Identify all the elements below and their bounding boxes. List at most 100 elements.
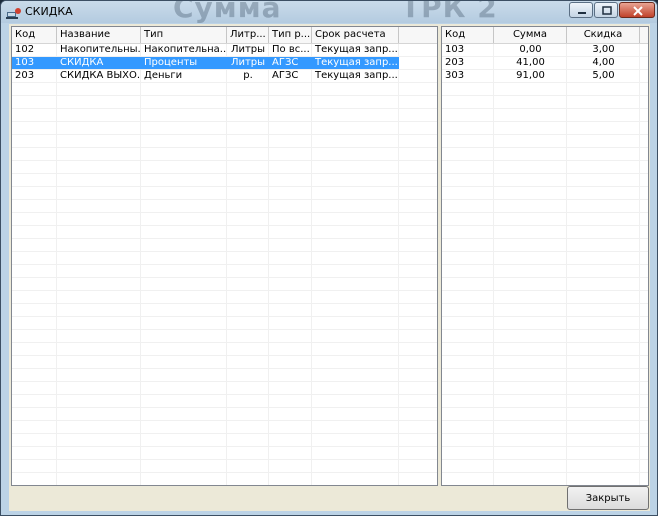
row-gridline — [12, 277, 437, 278]
column-header-type[interactable]: Тип — [141, 27, 227, 43]
row-gridline — [442, 160, 648, 161]
cell-sum: 41,00 — [516, 57, 545, 68]
row-gridline — [442, 329, 648, 330]
row-gridline — [442, 251, 648, 252]
cell-name: СКИДКА ВЫХО... — [60, 70, 141, 81]
column-header-discount[interactable]: Скидка — [567, 27, 640, 43]
row-gridline — [12, 264, 437, 265]
cell-code: 203 — [445, 57, 465, 68]
row-gridline — [442, 407, 648, 408]
table-row[interactable]: 203 СКИДКА ВЫХО... Деньги р. АГЗС Текуща… — [12, 70, 437, 82]
maximize-button[interactable] — [594, 2, 618, 18]
row-gridline — [442, 342, 648, 343]
row-gridline — [12, 225, 437, 226]
row-gridline — [442, 355, 648, 356]
cell-code: 303 — [445, 70, 465, 81]
cell-period: Текущая запр... — [315, 44, 398, 55]
window-title: СКИДКА — [25, 5, 73, 18]
column-header-period[interactable]: Срок расчета — [312, 27, 399, 43]
column-header-name[interactable]: Название — [57, 27, 141, 43]
row-gridline — [12, 199, 437, 200]
row-gridline — [12, 251, 437, 252]
row-gridline — [442, 277, 648, 278]
cell-liters: р. — [243, 70, 253, 81]
cell-calc-type: АГЗС — [272, 57, 299, 68]
window-close-button[interactable] — [619, 2, 655, 18]
app-icon — [6, 5, 22, 19]
threshold-list-header: Код Сумма Скидка — [442, 27, 648, 44]
row-gridline — [442, 420, 648, 421]
close-icon — [633, 6, 643, 16]
cell-code: 103 — [15, 57, 35, 68]
discount-list-header: Код Название Тип Литр... Тип р... Срок р… — [12, 27, 437, 44]
row-gridline — [12, 368, 437, 369]
row-gridline — [12, 238, 437, 239]
cell-name: СКИДКА — [60, 57, 104, 68]
row-gridline — [442, 433, 648, 434]
row-gridline — [442, 82, 648, 83]
row-gridline — [12, 95, 437, 96]
maximize-icon — [602, 6, 612, 15]
cell-type: Деньги — [144, 70, 183, 81]
row-gridline — [12, 381, 437, 382]
cell-discount: 5,00 — [592, 70, 615, 81]
row-gridline — [12, 355, 437, 356]
row-gridline — [12, 420, 437, 421]
row-gridline — [442, 225, 648, 226]
cell-period: Текущая запр... — [315, 57, 398, 68]
row-gridline — [12, 82, 437, 83]
title-bar[interactable]: Сумма ТРК 2 СКИДКА — [1, 0, 657, 24]
discount-window: Сумма ТРК 2 СКИДКА Код Название Тип Литр… — [0, 0, 658, 516]
row-gridline — [442, 472, 648, 473]
row-gridline — [442, 147, 648, 148]
row-gridline — [442, 199, 648, 200]
row-gridline — [12, 342, 437, 343]
row-gridline — [442, 212, 648, 213]
minimize-icon — [578, 12, 586, 14]
table-row[interactable]: 103 0,00 3,00 — [442, 44, 648, 56]
row-gridline — [12, 433, 437, 434]
column-header-code[interactable]: Код — [442, 27, 494, 43]
close-button[interactable]: Закрыть — [567, 486, 649, 510]
minimize-button[interactable] — [569, 2, 593, 18]
row-gridline — [12, 329, 437, 330]
row-gridline — [442, 238, 648, 239]
cell-calc-type: По вс... — [272, 44, 310, 55]
row-gridline — [12, 186, 437, 187]
cell-period: Текущая запр... — [315, 70, 398, 81]
cell-code: 103 — [445, 44, 465, 55]
row-gridline — [12, 121, 437, 122]
row-gridline — [12, 290, 437, 291]
row-gridline — [12, 472, 437, 473]
threshold-list[interactable]: Код Сумма Скидка 103 0,00 3,00 203 41,00… — [441, 26, 649, 486]
background-text-sum: Сумма — [173, 0, 282, 24]
cell-name: Накопительны... — [60, 44, 141, 55]
row-gridline — [442, 303, 648, 304]
row-gridline — [12, 212, 437, 213]
table-row[interactable]: 303 91,00 5,00 — [442, 70, 648, 82]
cell-liters: Литры — [230, 57, 266, 68]
discount-list[interactable]: Код Название Тип Литр... Тип р... Срок р… — [11, 26, 438, 486]
cell-discount: 3,00 — [592, 44, 615, 55]
cell-code: 203 — [15, 70, 35, 81]
row-gridline — [442, 368, 648, 369]
row-gridline — [442, 95, 648, 96]
row-gridline — [12, 303, 437, 304]
row-gridline — [12, 173, 437, 174]
row-gridline — [442, 186, 648, 187]
row-gridline — [442, 121, 648, 122]
row-gridline — [442, 459, 648, 460]
row-gridline — [442, 173, 648, 174]
column-header-sum[interactable]: Сумма — [494, 27, 567, 43]
table-row[interactable]: 203 41,00 4,00 — [442, 57, 648, 69]
row-gridline — [12, 407, 437, 408]
column-header-code[interactable]: Код — [12, 27, 57, 43]
row-gridline — [12, 316, 437, 317]
column-header-liters[interactable]: Литр... — [227, 27, 269, 43]
row-gridline — [442, 264, 648, 265]
row-gridline — [12, 446, 437, 447]
table-row[interactable]: 102 Накопительны... Накопительна... Литр… — [12, 44, 437, 56]
row-gridline — [442, 316, 648, 317]
column-header-calc-type[interactable]: Тип р... — [269, 27, 312, 43]
table-row-selected[interactable]: 103 СКИДКА Проценты Литры АГЗС Текущая з… — [12, 57, 437, 69]
